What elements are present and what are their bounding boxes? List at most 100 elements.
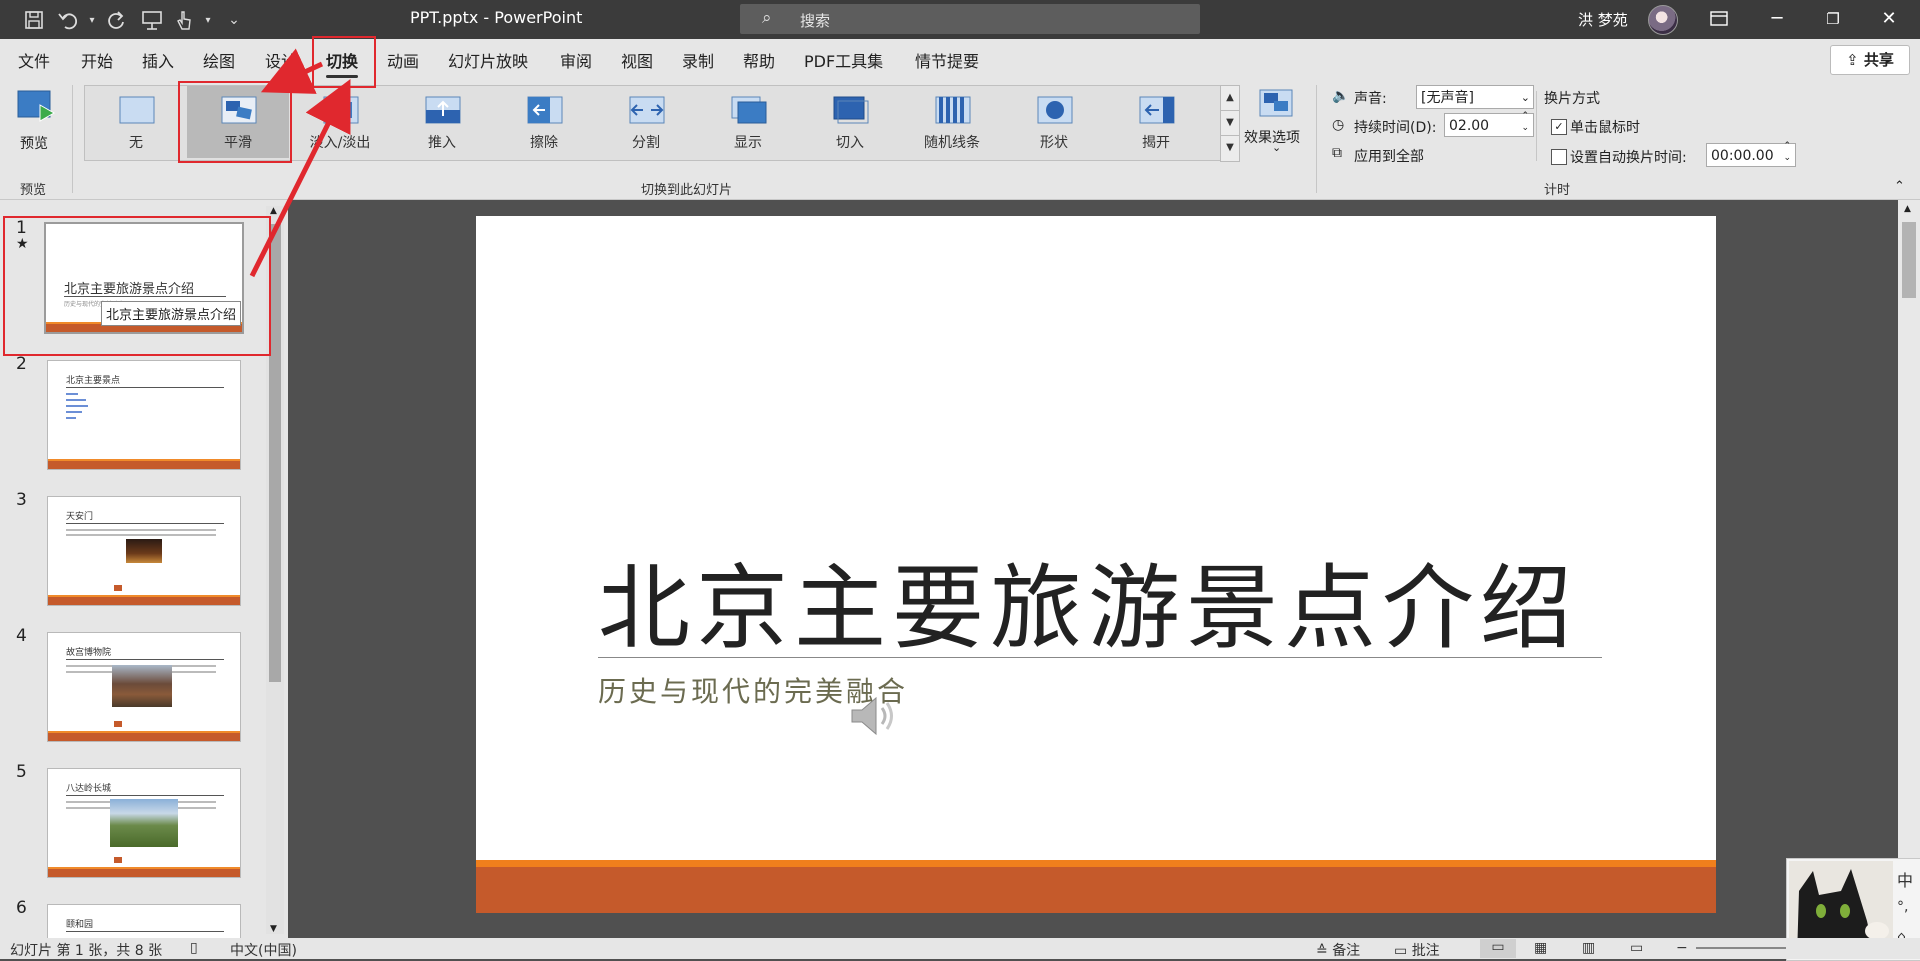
preview-button[interactable]: 预览 — [14, 87, 58, 153]
ime-mode[interactable]: 中 — [1897, 867, 1913, 891]
tab-home[interactable]: 开始 — [81, 48, 113, 72]
transition-reveal[interactable]: 显示 — [697, 86, 799, 158]
slide-thumbnail-5[interactable]: 八达岭长城 — [47, 768, 241, 878]
sound-dropdown[interactable]: [无声音] ⌄ — [1416, 85, 1534, 109]
slide-sorter-icon[interactable]: ▦ — [1534, 940, 1547, 956]
transition-push[interactable]: 推入 — [391, 86, 493, 158]
save-icon[interactable] — [22, 8, 46, 32]
zoom-slider[interactable] — [1696, 947, 1786, 949]
ribbon-display-options-icon[interactable] — [1696, 6, 1742, 32]
tab-animations[interactable]: 动画 — [387, 48, 419, 72]
slide-thumbnail-4[interactable]: 故宫博物院 — [47, 632, 241, 742]
restore-button[interactable]: ❐ — [1810, 6, 1856, 32]
gallery-more-button[interactable]: ▼ — [1220, 135, 1240, 162]
transition-shape[interactable]: 形状 — [1003, 86, 1105, 158]
sound-value: [无声音] — [1421, 90, 1474, 106]
gallery-scroll-down-button[interactable]: ▼ — [1220, 110, 1240, 137]
transition-wipe[interactable]: 擦除 — [493, 86, 595, 158]
preview-icon — [17, 90, 56, 122]
slide-canvas[interactable]: 北京主要旅游景点介绍 历史与现代的完美融合 — [476, 216, 1716, 913]
thumb-footer-bar — [48, 597, 240, 605]
reading-view-icon[interactable]: ▥ — [1582, 940, 1595, 956]
highlight-slide-1 — [3, 216, 271, 356]
thumb-title: 颐和园 — [66, 920, 94, 930]
tab-file[interactable]: 文件 — [18, 48, 50, 72]
collapse-ribbon-icon[interactable]: ⌃ — [1894, 179, 1905, 194]
normal-view-icon[interactable]: ▭ — [1480, 939, 1516, 958]
tab-record[interactable]: 录制 — [682, 48, 714, 72]
tab-insert[interactable]: 插入 — [142, 48, 174, 72]
transition-none-label: 无 — [129, 135, 143, 151]
tab-view[interactable]: 视图 — [621, 48, 653, 72]
sound-label: 声音: — [1354, 91, 1387, 107]
slide-thumbnail-3[interactable]: 天安门 — [47, 496, 241, 606]
transition-shape-icon — [1037, 96, 1073, 124]
on-mouse-click-label: 单击鼠标时 — [1570, 120, 1640, 136]
on-mouse-click-checkbox[interactable]: ✓ — [1551, 119, 1567, 135]
slide-accent-line — [476, 860, 1716, 867]
transition-cut[interactable]: 切入 — [799, 86, 901, 158]
transition-random-bars[interactable]: 随机线条 — [901, 86, 1003, 158]
tab-slide-show[interactable]: 幻灯片放映 — [448, 48, 528, 72]
tab-pdf-tools[interactable]: PDF工具集 — [804, 48, 883, 72]
slide-scrollbar[interactable]: ▲ — [1898, 200, 1920, 940]
tab-draw[interactable]: 绘图 — [203, 48, 235, 72]
transition-uncover[interactable]: 揭开 — [1105, 86, 1207, 158]
transition-random-bars-label: 随机线条 — [924, 135, 980, 151]
share-button[interactable]: ⇪ 共享 — [1830, 45, 1910, 75]
tab-review[interactable]: 审阅 — [560, 48, 592, 72]
transition-fade[interactable]: 淡入/淡出 — [289, 86, 391, 158]
auto-advance-time-stepper[interactable]: 00:00.00 ⌃ ⌄ — [1706, 141, 1796, 167]
transition-random-bars-icon — [935, 96, 971, 124]
undo-dropdown-icon[interactable]: ▾ — [80, 8, 104, 32]
gallery-scroll-up-button[interactable]: ▲ — [1220, 85, 1240, 112]
duration-stepper[interactable]: 02.00 ⌃ ⌄ — [1444, 111, 1534, 137]
avatar[interactable] — [1648, 5, 1678, 35]
redo-icon[interactable] — [104, 8, 128, 32]
slide-scrollbar-thumb[interactable] — [1902, 222, 1916, 298]
close-button[interactable]: ✕ — [1866, 6, 1912, 32]
language-status[interactable]: 中文(中国) — [230, 940, 297, 960]
scroll-up-icon[interactable]: ▲ — [270, 206, 277, 216]
effect-options-button[interactable]: 效果选项 ⌄ — [1244, 89, 1308, 169]
scroll-down-icon[interactable]: ▼ — [270, 924, 277, 934]
thumb-photo — [126, 539, 162, 563]
minimize-button[interactable]: ─ — [1754, 6, 1800, 32]
scroll-up-icon[interactable]: ▲ — [1904, 204, 1911, 214]
user-name[interactable]: 洪 梦苑 — [1578, 9, 1628, 30]
audio-speaker-icon[interactable] — [846, 692, 902, 740]
comment-icon: ▭ — [1394, 943, 1408, 959]
slide-number: 3 — [16, 490, 27, 510]
ribbon-tabs: 文件 开始 插入 绘图 设计 切换 动画 幻灯片放映 审阅 视图 录制 帮助 P… — [0, 39, 1920, 79]
search-input[interactable]: ⌕ 搜索 — [740, 4, 1200, 34]
undo-icon[interactable] — [56, 8, 80, 32]
customize-toolbar-icon[interactable]: ⌄ — [222, 8, 246, 32]
transition-none[interactable]: 无 — [85, 86, 187, 158]
slide-thumbnail-6[interactable]: 颐和园 — [47, 904, 241, 940]
effect-options-icon — [1259, 89, 1293, 117]
slide-show-icon[interactable]: ▭ — [1630, 940, 1643, 956]
notes-button[interactable]: ≙ 备注 — [1316, 940, 1360, 960]
apply-to-all-button[interactable]: ⧉ 应用到全部 — [1332, 143, 1502, 167]
thumb-photo — [110, 799, 178, 847]
slide-count-status[interactable]: 幻灯片 第 1 张，共 8 张 — [10, 940, 162, 960]
transition-uncover-label: 揭开 — [1142, 135, 1170, 151]
comments-label: 批注 — [1411, 943, 1440, 959]
present-from-start-icon[interactable] — [140, 8, 164, 32]
stepper-arrows-icon: ⌃ ⌄ — [1521, 111, 1529, 133]
tab-design[interactable]: 设计 — [265, 48, 297, 72]
touch-mode-icon[interactable] — [172, 8, 196, 32]
slide-thumbnail-2[interactable]: 北京主要景点 — [47, 360, 241, 470]
tab-storyboard[interactable]: 情节提要 — [915, 48, 979, 72]
transition-cut-label: 切入 — [836, 135, 864, 151]
touch-dropdown-icon[interactable]: ▾ — [196, 8, 220, 32]
accessibility-icon[interactable]: ▯ — [190, 940, 198, 956]
auto-advance-checkbox[interactable] — [1551, 149, 1567, 165]
comments-button[interactable]: ▭ 批注 — [1394, 940, 1440, 960]
ime-punctuation[interactable]: °, — [1897, 899, 1908, 915]
transition-split[interactable]: 分割 — [595, 86, 697, 158]
tab-help[interactable]: 帮助 — [743, 48, 775, 72]
zoom-out-icon[interactable]: − — [1676, 940, 1688, 956]
advance-slide-heading: 换片方式 — [1544, 91, 1600, 107]
slide-title[interactable]: 北京主要旅游景点介绍 — [598, 534, 1578, 667]
